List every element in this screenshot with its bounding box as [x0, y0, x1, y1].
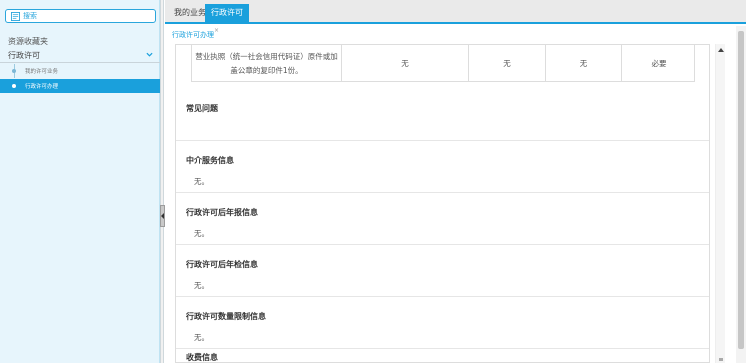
- tree-dot: [12, 84, 16, 88]
- section-faq: 常见问题: [176, 91, 709, 141]
- panel-splitter[interactable]: [160, 0, 164, 363]
- page-scrollbar[interactable]: [736, 26, 746, 363]
- section-title: 常见问题: [186, 104, 218, 113]
- sidebar-item-label: 我的许可业务: [25, 69, 59, 75]
- inner-scrollbar[interactable]: [715, 44, 725, 363]
- tab-admin-permit[interactable]: 行政许可: [205, 4, 249, 22]
- sidebar-section-label: 行政许可: [8, 51, 40, 60]
- sidebar-item-my-permits[interactable]: 我的许可业务: [0, 64, 160, 78]
- table-row: 营业执照（统一社会信用代码证）原件或加 盖公章的复印件1份。 无 无 无 必要: [191, 45, 695, 82]
- section-intermediary-service: 中介服务信息 无。: [176, 141, 709, 193]
- material-name-line: 盖公章的复印件1份。: [230, 65, 303, 75]
- favorites-heading: 资源收藏夹: [8, 37, 48, 46]
- scroll-thumb[interactable]: [719, 358, 723, 361]
- material-name-line: 营业执照（统一社会信用代码证）原件或加: [195, 51, 338, 61]
- tab-bar: 我的业务 行政许可: [165, 0, 746, 24]
- section-body: 无。: [194, 281, 209, 290]
- chevron-down-icon: [146, 52, 153, 57]
- section-fees: 收费信息: [176, 349, 709, 362]
- tree-dot: [12, 69, 16, 73]
- section-title: 中介服务信息: [186, 156, 234, 165]
- sidebar-item-permit-processing[interactable]: 行政许可办理: [0, 79, 160, 93]
- scroll-thumb[interactable]: [738, 31, 744, 349]
- section-title: 行政许可后年检信息: [186, 260, 258, 269]
- section-body: 无。: [194, 229, 209, 238]
- search-label: 搜索: [23, 12, 37, 20]
- sidebar: 搜索 资源收藏夹 行政许可 我的许可业务 行政许可办理: [0, 0, 160, 363]
- section-annual-report: 行政许可后年报信息 无。: [176, 193, 709, 245]
- detail-panel: 营业执照（统一社会信用代码证）原件或加 盖公章的复印件1份。 无 无 无 必要 …: [175, 44, 710, 363]
- sidebar-section-admin-permit[interactable]: 行政许可: [0, 47, 160, 63]
- main-content: 行政许可办理 × 营业执照（统一社会信用代码证）原件或加 盖公章的复印件1份。 …: [165, 24, 746, 363]
- scroll-up-icon[interactable]: [718, 48, 724, 52]
- search-box[interactable]: 搜索: [5, 9, 156, 23]
- section-annual-inspection: 行政许可后年检信息 无。: [176, 245, 709, 297]
- close-icon[interactable]: ×: [214, 27, 219, 34]
- table-cell: 无: [546, 45, 622, 82]
- sidebar-item-label: 行政许可办理: [25, 84, 59, 90]
- section-title: 行政许可数量限制信息: [186, 312, 266, 321]
- table-cell: 无: [469, 45, 546, 82]
- section-quantity-limit: 行政许可数量限制信息 无。: [176, 297, 709, 349]
- section-title: 行政许可后年报信息: [186, 208, 258, 217]
- search-icon: [11, 12, 20, 21]
- table-cell: 无: [342, 45, 469, 82]
- subtab-permit-processing[interactable]: 行政许可办理: [172, 30, 214, 40]
- section-body: 无。: [194, 333, 209, 342]
- section-title: 收费信息: [186, 353, 218, 362]
- material-name-cell: 营业执照（统一社会信用代码证）原件或加 盖公章的复印件1份。: [192, 45, 342, 82]
- table-cell: 必要: [651, 58, 667, 68]
- section-body: 无。: [194, 177, 209, 186]
